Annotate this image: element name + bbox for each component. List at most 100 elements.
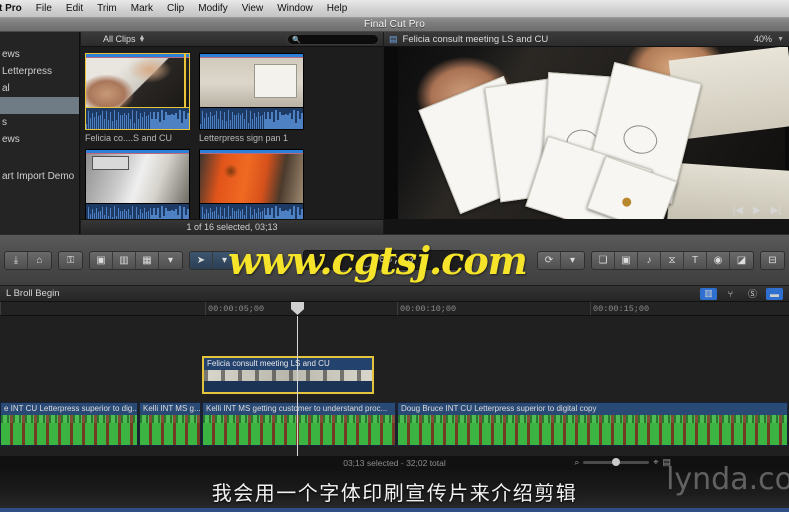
chevron-down-icon[interactable]: ▼ [777, 36, 784, 43]
photos-icon[interactable]: ▣ [615, 251, 638, 269]
timeline-clip-3[interactable]: Kelli INT MS getting customer to underst… [202, 402, 396, 446]
thumbnail-image [86, 54, 189, 107]
insert-icon[interactable]: ▥ [113, 251, 136, 269]
sidebar-item-6[interactable]: art Import Demo [0, 168, 79, 185]
timeline-selection-status: 03;13 selected - 32;02 total [343, 458, 446, 468]
waveform-bars [86, 108, 189, 129]
timeline-tracks[interactable]: Felicia consult meeting LS and CU e INT … [0, 316, 789, 456]
clip-waveform [85, 108, 190, 130]
library-sidebar: ews Letterpress al s ews art Import Demo [0, 32, 80, 234]
select-tool-icon[interactable]: ➤ [190, 251, 213, 269]
viewer-zoom-level[interactable]: 40% [754, 34, 772, 44]
generators-icon[interactable]: ◉ [707, 251, 730, 269]
solo-icon[interactable]: Ⓢ [744, 288, 761, 300]
browser-clip-letterpress-sign[interactable]: Letterpress sign pan 1 [199, 53, 304, 143]
sidebar-item-2[interactable]: al [0, 80, 79, 97]
retime-icon[interactable]: ⟳ [538, 251, 561, 269]
menu-item-clip[interactable]: Clip [160, 0, 191, 17]
clip-waveform [199, 108, 304, 130]
subtitle-text: 我会用一个字体印刷宣传片来介绍剪辑 [211, 480, 578, 505]
menu-item-trim[interactable]: Trim [90, 0, 124, 17]
viewer-transport-controls: |◀ ▶ ▶| [733, 205, 781, 216]
menu-bar: t Pro File Edit Trim Mark Clip Modify Vi… [0, 0, 789, 18]
sidebar-item-5[interactable]: ews [0, 131, 79, 148]
timeline-selected-clip[interactable]: Felicia consult meeting LS and CU [202, 356, 374, 394]
clip-filter-dropdown[interactable]: All Clips ▲ ▼ [103, 34, 145, 44]
search-icon: 🔍 [292, 36, 301, 44]
top-panes: ews Letterpress al s ews art Import Demo… [0, 32, 789, 239]
timeline-playhead[interactable] [297, 316, 298, 456]
transitions-icon[interactable]: ⧖ [661, 251, 684, 269]
go-to-start-icon[interactable]: |◀ [733, 205, 743, 216]
playhead-handle[interactable] [291, 302, 304, 315]
titles-icon[interactable]: T [684, 251, 707, 269]
inspector-icon[interactable]: ⊟ [761, 252, 784, 269]
sidebar-item-4[interactable]: s [0, 114, 79, 131]
timeline-clip-1[interactable]: e INT CU Letterpress superior to dig... [0, 402, 138, 446]
viewer-pane: ▤ Felicia consult meeting LS and CU 40% … [384, 32, 789, 234]
zoom-slider-knob[interactable] [612, 458, 621, 466]
clip-thumbnail[interactable] [199, 149, 304, 204]
zoom-in-icon[interactable]: ⌖ [653, 457, 658, 468]
play-icon[interactable]: ▶ [753, 205, 761, 216]
clip-skimmer[interactable] [184, 54, 186, 107]
menu-item-help[interactable]: Help [320, 0, 355, 17]
browser-clip-felicia[interactable]: Felicia co....S and CU [85, 53, 190, 143]
menu-item-window[interactable]: Window [270, 0, 320, 17]
ruler-label-2: 00:00:10;00 [400, 304, 457, 314]
sidebar-item-3-selected[interactable] [0, 97, 79, 114]
import-media-icon[interactable]: ⤓ [5, 251, 28, 269]
search-input[interactable]: 🔍 [287, 34, 379, 45]
thumbnail-image [200, 150, 303, 203]
timeline-ruler[interactable]: 00:00:05;00 00:00:10;00 00:00:15;00 [0, 302, 789, 316]
effects-icon[interactable]: ❏ [592, 251, 615, 269]
menu-item-app[interactable]: t Pro [0, 0, 29, 17]
browsers-group: ❏ ▣ ♪ ⧖ T ◉ ◪ [591, 250, 754, 270]
menu-item-view[interactable]: View [235, 0, 271, 17]
timecode-display[interactable]: 03;13 [303, 250, 471, 270]
sidebar-item-0[interactable]: ews [0, 46, 79, 63]
tool-chevron-icon[interactable]: ▾ [213, 251, 236, 269]
clip-filmstrip [398, 415, 787, 445]
browser-selection-status: 1 of 16 selected, 03;13 [186, 222, 278, 232]
chevron-updown-icon: ▲ ▼ [138, 34, 146, 44]
clip-appearance-icon[interactable]: ▥ [700, 287, 717, 300]
snapping-icon[interactable]: ▬ [766, 287, 783, 300]
menu-item-modify[interactable]: Modify [191, 0, 234, 17]
timeline-clip-name: Felicia consult meeting LS and CU [207, 359, 330, 368]
clip-audio-band [204, 381, 372, 392]
menu-item-file[interactable]: File [29, 0, 59, 17]
menu-item-edit[interactable]: Edit [59, 0, 90, 17]
timeline-clip-2[interactable]: Kelli INT MS g... [139, 402, 201, 446]
themes-icon[interactable]: ◪ [730, 252, 753, 269]
subtitle-bar: 我会用一个字体印刷宣传片来介绍剪辑 [0, 470, 789, 512]
append-icon[interactable]: ▦ [136, 251, 159, 269]
timeline-clip-4[interactable]: Doug Bruce INT CU Letterpress superior t… [397, 402, 788, 446]
clip-name: Felicia co....S and CU [85, 133, 173, 143]
clip-thumbnail[interactable] [85, 149, 190, 204]
clip-thumbnail[interactable] [85, 53, 190, 108]
timeline-clip-name: e INT CU Letterpress superior to dig... [4, 404, 137, 413]
clip-height-icon[interactable]: ▤ [662, 457, 671, 468]
clip-thumbnail[interactable] [199, 53, 304, 108]
range-line [86, 153, 189, 154]
sidebar-item-1[interactable]: Letterpress [0, 63, 79, 80]
bottom-area: 03;13 selected - 32;02 total ⌕ ⌖ ▤ 我会用一个… [0, 456, 789, 512]
connect-icon[interactable]: ▣ [90, 251, 113, 269]
keyword-group: ⚿ [58, 250, 83, 270]
keyword-icon[interactable]: ⌂ [28, 252, 51, 269]
menu-item-mark[interactable]: Mark [124, 0, 160, 17]
retime-chevron-icon[interactable]: ▾ [561, 252, 584, 269]
go-to-end-icon[interactable]: ▶| [771, 205, 781, 216]
edit-group: ▣ ▥ ▦ ▾ [89, 250, 183, 270]
keyword-editor-icon[interactable]: ⚿ [59, 252, 82, 269]
zoom-slider[interactable] [583, 458, 650, 466]
audio-skimming-icon[interactable]: ⑂ [722, 288, 739, 300]
music-icon[interactable]: ♪ [638, 251, 661, 269]
overwrite-icon[interactable]: ▾ [159, 252, 182, 269]
browser-filmstrip: Felicia co....S and CU Letterpress sign … [81, 47, 383, 239]
timeline-header: L Broll Begin ▥ ⑂ Ⓢ ▬ [0, 286, 789, 302]
viewer-image[interactable]: |◀ ▶ ▶| [384, 47, 789, 219]
browser-status-bar: 1 of 16 selected, 03;13 [81, 219, 383, 234]
zoom-out-icon[interactable]: ⌕ [574, 457, 579, 468]
